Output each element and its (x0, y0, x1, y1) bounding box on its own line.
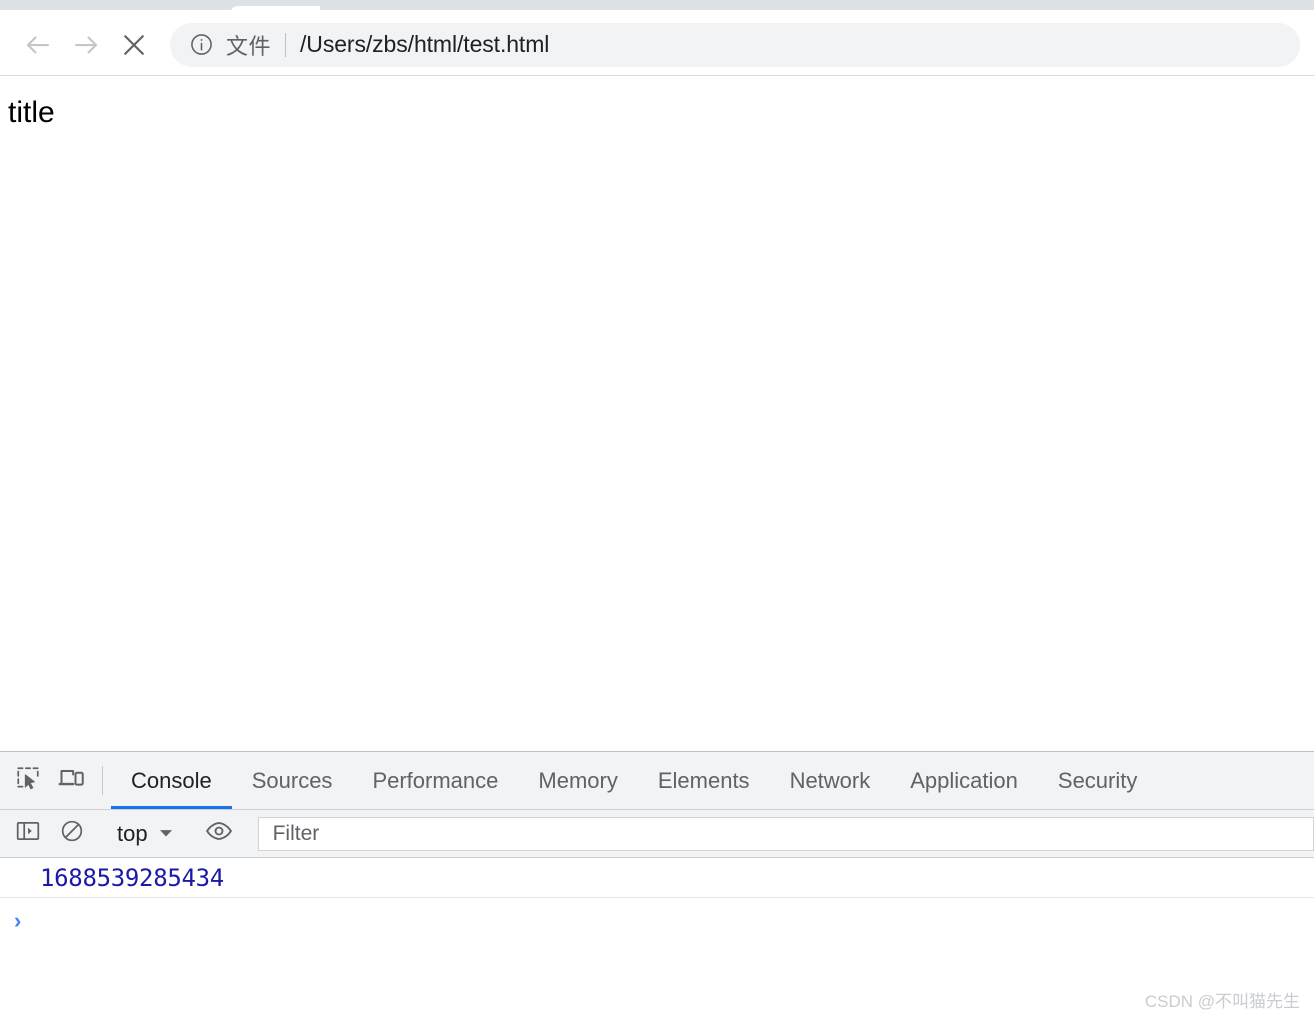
tab-label: Performance (372, 767, 499, 793)
console-message-value: 1688539285434 (40, 863, 224, 892)
page-title: title (8, 96, 55, 129)
console-toolbar: top Filter (0, 810, 1314, 858)
tab-label: Application (910, 767, 1018, 793)
console-prompt-row[interactable]: › (0, 898, 1314, 944)
tab-console[interactable]: Console (111, 752, 232, 809)
tab-security[interactable]: Security (1038, 752, 1157, 809)
console-sidebar-icon (15, 818, 41, 849)
caret-down-icon (158, 821, 174, 847)
close-x-icon (119, 30, 149, 60)
live-expression-eye-icon (205, 817, 233, 850)
back-button[interactable] (14, 21, 62, 69)
console-filter-input[interactable]: Filter (257, 816, 1314, 851)
console-prompt-chevron-icon: › (14, 908, 22, 933)
browser-window: 文件 /Users/zbs/html/test.html title Conso… (0, 0, 1314, 1020)
clear-console-icon (59, 818, 85, 849)
console-message-row[interactable]: 1688539285434 (0, 858, 1314, 898)
tab-elements[interactable]: Elements (638, 752, 770, 809)
tab-label: Memory (538, 767, 618, 793)
tab-network[interactable]: Network (770, 752, 891, 809)
browser-toolbar: 文件 /Users/zbs/html/test.html (0, 14, 1314, 76)
filter-placeholder: Filter (272, 821, 320, 845)
console-output[interactable]: 1688539285434 › (0, 858, 1314, 1020)
console-sidebar-button[interactable] (6, 818, 50, 849)
tab-label: Sources (251, 767, 333, 793)
clear-console-button[interactable] (50, 818, 94, 849)
tab-label: Elements (657, 767, 750, 793)
tab-label: Console (131, 767, 212, 793)
tab-strip-edge (0, 0, 1314, 14)
devtools-panel: Console Sources Performance Memory Eleme… (0, 751, 1314, 1020)
address-bar[interactable]: 文件 /Users/zbs/html/test.html (170, 22, 1300, 67)
arrow-left-icon (23, 30, 53, 60)
info-circle-icon[interactable] (188, 32, 214, 58)
inspect-element-icon (15, 765, 41, 796)
devtools-tab-bar: Console Sources Performance Memory Eleme… (0, 752, 1314, 810)
omnibox-separator (285, 32, 287, 57)
javascript-context-selector[interactable]: top (111, 821, 180, 847)
tab-sources[interactable]: Sources (232, 752, 353, 809)
tab-memory[interactable]: Memory (518, 752, 637, 809)
arrow-right-icon (71, 30, 101, 60)
live-expression-button[interactable] (197, 817, 241, 850)
omnibox-url-text: /Users/zbs/html/test.html (300, 31, 550, 57)
tab-strip-curve (230, 6, 320, 14)
device-toolbar-icon (58, 764, 86, 797)
tab-application[interactable]: Application (890, 752, 1038, 809)
device-toolbar-button[interactable] (50, 752, 94, 809)
page-viewport: title (0, 76, 1314, 751)
tab-label: Security (1057, 767, 1138, 793)
toolbar-divider (102, 766, 103, 795)
forward-button[interactable] (62, 21, 110, 69)
tab-label: Network (789, 767, 871, 793)
context-value: top (117, 820, 148, 846)
omnibox-scheme-label: 文件 (226, 33, 272, 59)
tab-performance[interactable]: Performance (352, 752, 518, 809)
inspect-element-button[interactable] (6, 752, 50, 809)
stop-loading-button[interactable] (110, 21, 158, 69)
